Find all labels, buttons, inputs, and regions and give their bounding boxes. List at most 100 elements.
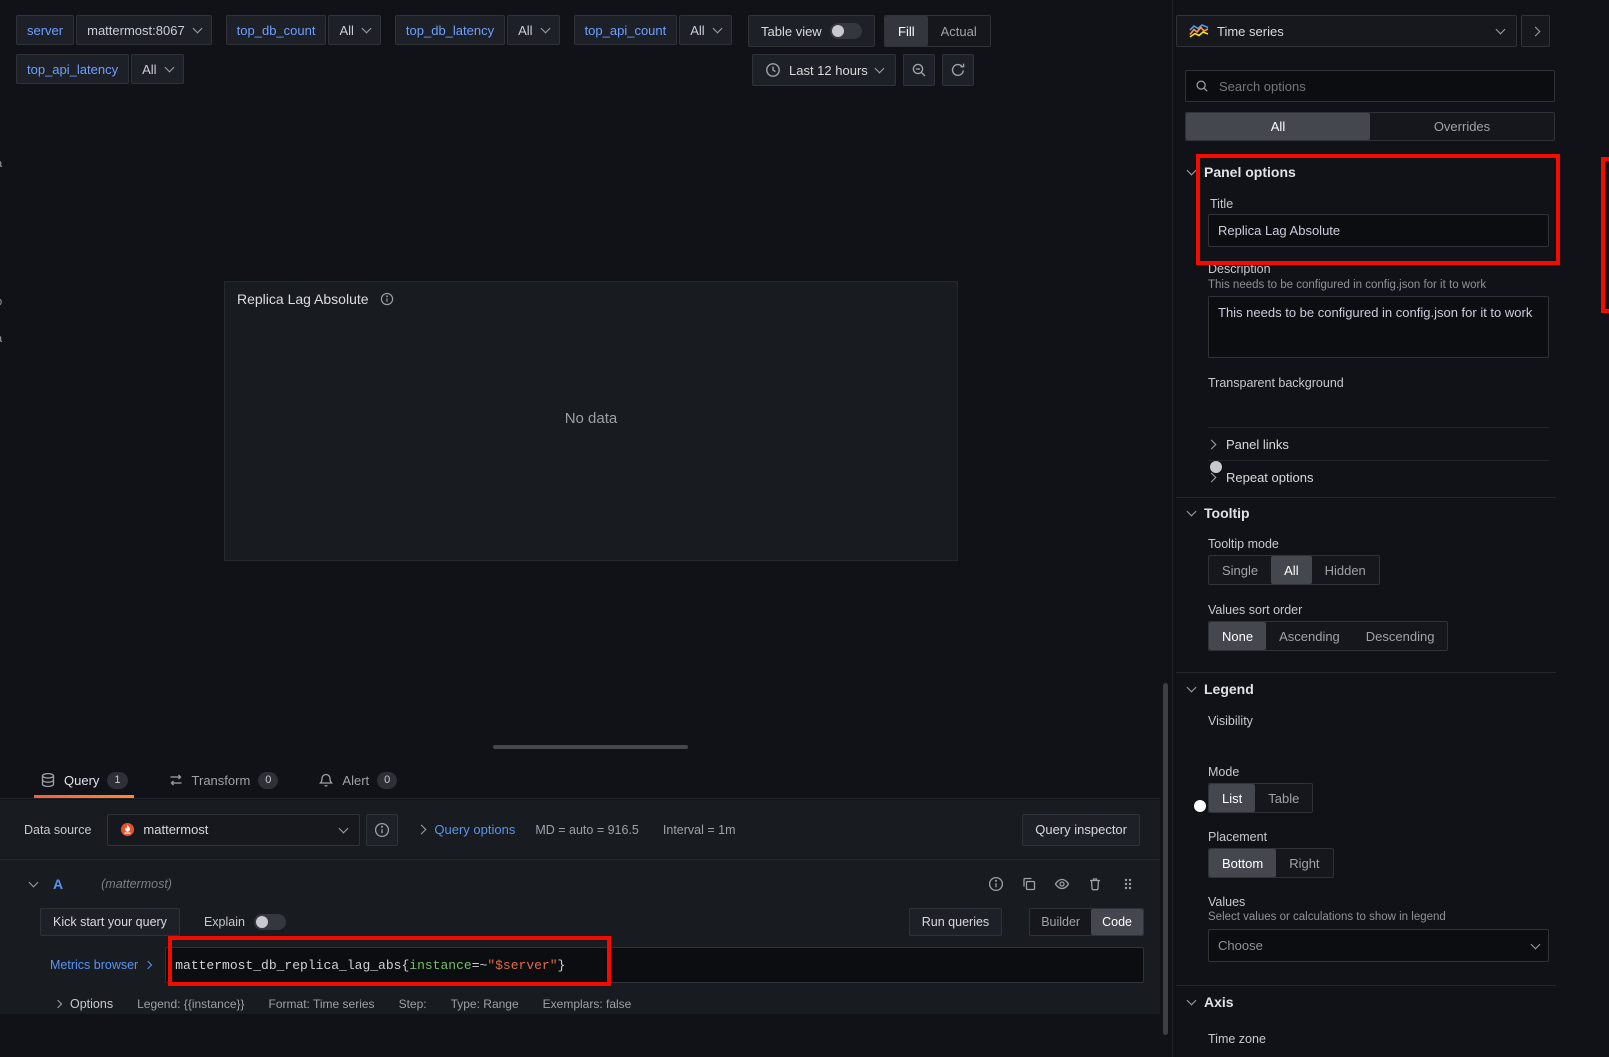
run-queries-button[interactable]: Run queries (909, 908, 1002, 936)
variable-top-api-latency: top_api_latency All (16, 54, 184, 84)
panel-header[interactable]: Replica Lag Absolute (225, 282, 957, 316)
query-help-icon[interactable] (988, 876, 1004, 892)
zoom-out-button[interactable] (903, 54, 935, 86)
panel-description-textarea[interactable]: This needs to be configured in config.js… (1208, 296, 1549, 358)
pane-resize-handle[interactable] (493, 745, 688, 749)
variable-value-top-db-latency[interactable]: All (507, 15, 559, 45)
toggle-visibility-icon[interactable] (1054, 876, 1070, 892)
chevron-right-icon (1207, 472, 1217, 482)
promql-operator-token: =~ (472, 958, 488, 973)
legend-values-select[interactable]: Choose (1208, 929, 1549, 962)
time-series-chart-icon (1189, 24, 1209, 38)
panel-options-section-header[interactable]: Panel options (1188, 164, 1296, 180)
legend-mode-table[interactable]: Table (1255, 784, 1312, 812)
query-inspector-button[interactable]: Query inspector (1022, 814, 1140, 846)
description-hint: This needs to be configured in config.js… (1208, 279, 1486, 291)
datasource-label: Data source (24, 823, 91, 837)
promql-metric-token: mattermost_db_replica_lag_abs (175, 958, 401, 973)
table-view-toggle-group: Table view (748, 15, 875, 47)
variables-row-2: top_api_latency All (16, 54, 198, 84)
variable-value-top-api-latency[interactable]: All (131, 54, 183, 84)
variable-server: server mattermost:8067 (16, 15, 212, 45)
explain-toggle-group: Explain (204, 914, 286, 930)
legend-mode-list[interactable]: List (1209, 784, 1255, 812)
duplicate-query-icon[interactable] (1021, 876, 1037, 892)
code-option[interactable]: Code (1091, 909, 1143, 935)
chevron-down-icon (1187, 507, 1197, 517)
transform-icon (168, 772, 184, 788)
transparent-background-label: Transparent background (1208, 376, 1344, 390)
repeat-options-row[interactable]: Repeat options (1208, 460, 1549, 493)
drag-handle-icon[interactable] (1120, 876, 1136, 892)
tab-query-label: Query (64, 773, 99, 788)
legend-values-hint: Select values or calculations to show in… (1208, 911, 1446, 923)
tab-query-count: 1 (107, 772, 127, 789)
actual-option[interactable]: Actual (928, 16, 990, 46)
filter-tab-all[interactable]: All (1186, 113, 1370, 140)
datasource-picker[interactable]: mattermost (107, 814, 360, 846)
variable-value-top-api-count[interactable]: All (679, 15, 731, 45)
panel-preview: Replica Lag Absolute No data (224, 281, 958, 561)
section-divider (1176, 672, 1556, 673)
section-divider (1176, 497, 1556, 498)
tooltip-mode-single[interactable]: Single (1209, 556, 1271, 584)
type-summary: Type: Range (451, 997, 519, 1011)
variables-row-1: server mattermost:8067 top_db_count All … (16, 15, 746, 45)
variable-top-db-latency: top_db_latency All (395, 15, 560, 45)
tooltip-section-header[interactable]: Tooltip (1188, 505, 1250, 521)
legend-placement-right[interactable]: Right (1276, 849, 1332, 877)
search-options-input[interactable] (1217, 78, 1545, 95)
query-toolbar-row: Kick start your query Explain Run querie… (0, 907, 1160, 937)
variable-value-text: All (339, 23, 353, 38)
refresh-button[interactable] (942, 54, 974, 86)
info-circle-icon (374, 822, 390, 838)
collapse-query-chevron-icon[interactable] (29, 878, 39, 888)
time-range-picker[interactable]: Last 12 hours (752, 54, 896, 86)
tab-query[interactable]: Query 1 (40, 762, 128, 798)
repeat-options-label: Repeat options (1226, 470, 1313, 485)
query-ref-id[interactable]: A (53, 876, 63, 892)
panel-links-row[interactable]: Panel links (1208, 427, 1549, 460)
datasource-help-button[interactable] (366, 814, 398, 846)
tab-alert[interactable]: Alert 0 (318, 762, 397, 798)
metrics-browser-button[interactable]: Metrics browser (50, 958, 151, 972)
chevron-right-icon (1207, 439, 1217, 449)
delete-query-icon[interactable] (1087, 876, 1103, 892)
scrollbar-thumb[interactable] (1163, 683, 1168, 1035)
table-view-toggle[interactable] (830, 23, 862, 39)
builder-code-switch: Builder Code (1029, 908, 1144, 936)
sort-descending[interactable]: Descending (1353, 622, 1448, 650)
chevron-down-icon (339, 823, 349, 833)
legend-values-placeholder: Choose (1218, 938, 1263, 953)
fill-option[interactable]: Fill (885, 16, 928, 46)
query-options-toggle[interactable]: Query options (418, 822, 515, 837)
edge-text-fragment: b (0, 296, 2, 308)
variable-value-server[interactable]: mattermost:8067 (76, 15, 212, 45)
filter-tab-overrides[interactable]: Overrides (1370, 113, 1554, 140)
exemplars-summary: Exemplars: false (543, 997, 632, 1011)
builder-option[interactable]: Builder (1030, 909, 1091, 935)
variable-label-top-db-count: top_db_count (226, 15, 327, 45)
viz-picker[interactable]: Time series (1176, 15, 1517, 47)
explain-toggle[interactable] (254, 914, 286, 930)
legend-section-header[interactable]: Legend (1188, 681, 1254, 697)
chevron-down-icon (164, 63, 174, 73)
tooltip-mode-all[interactable]: All (1271, 556, 1311, 584)
variable-value-text: All (690, 23, 704, 38)
options-collapse-toggle[interactable]: Options (55, 997, 113, 1011)
panel-title-input[interactable] (1208, 214, 1549, 247)
sort-ascending[interactable]: Ascending (1266, 622, 1353, 650)
kick-start-query-button[interactable]: Kick start your query (40, 908, 180, 936)
search-icon (1195, 79, 1209, 93)
collapse-options-pane-button[interactable] (1521, 15, 1550, 47)
options-label: Options (70, 997, 113, 1011)
legend-placement-bottom[interactable]: Bottom (1209, 849, 1276, 877)
time-range-label: Last 12 hours (789, 63, 868, 78)
tooltip-mode-hidden[interactable]: Hidden (1312, 556, 1379, 584)
axis-section-header[interactable]: Axis (1188, 994, 1234, 1010)
promql-brace-token: { (401, 958, 409, 973)
variable-value-top-db-count[interactable]: All (328, 15, 380, 45)
promql-code-input[interactable]: mattermost_db_replica_lag_abs{instance=~… (165, 947, 1144, 983)
tab-transform[interactable]: Transform 0 (168, 762, 279, 798)
sort-none[interactable]: None (1209, 622, 1266, 650)
